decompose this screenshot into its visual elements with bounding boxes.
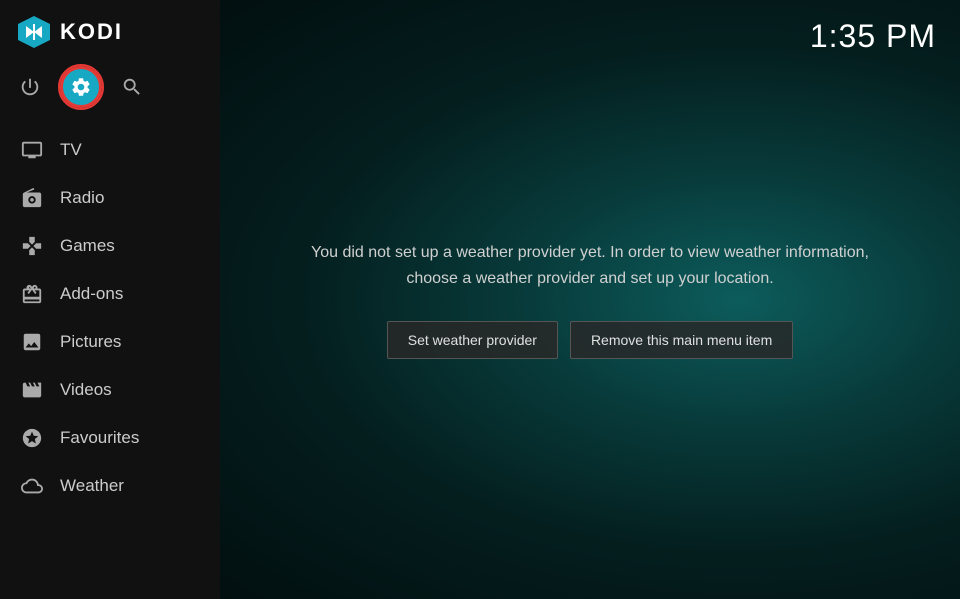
sidebar-item-favourites-label: Favourites xyxy=(60,428,139,448)
kodi-logo-icon xyxy=(16,14,52,50)
sidebar-item-radio[interactable]: Radio xyxy=(0,174,220,222)
sidebar-header: KODI xyxy=(0,0,220,60)
settings-button[interactable] xyxy=(60,66,102,108)
sidebar-item-weather-label: Weather xyxy=(60,476,124,496)
kodi-logo-text: KODI xyxy=(60,19,123,45)
search-button[interactable] xyxy=(118,73,146,101)
power-button[interactable] xyxy=(16,73,44,101)
pictures-icon xyxy=(20,330,44,354)
weather-icon xyxy=(20,474,44,498)
sidebar-item-videos[interactable]: Videos xyxy=(0,366,220,414)
sidebar-item-pictures-label: Pictures xyxy=(60,332,121,352)
sidebar-item-favourites[interactable]: Favourites xyxy=(0,414,220,462)
sidebar-item-games-label: Games xyxy=(60,236,115,256)
power-icon xyxy=(19,76,41,98)
videos-icon xyxy=(20,378,44,402)
addons-icon xyxy=(20,282,44,306)
search-icon xyxy=(121,76,143,98)
sidebar-item-addons[interactable]: Add-ons xyxy=(0,270,220,318)
remove-menu-item-button[interactable]: Remove this main menu item xyxy=(570,321,793,359)
sidebar-controls xyxy=(0,60,220,118)
sidebar: KODI TV xyxy=(0,0,220,599)
set-weather-provider-button[interactable]: Set weather provider xyxy=(387,321,558,359)
kodi-logo: KODI xyxy=(16,14,123,50)
time-display: 1:35 PM xyxy=(810,18,936,55)
sidebar-item-tv-label: TV xyxy=(60,140,82,160)
sidebar-item-tv[interactable]: TV xyxy=(0,126,220,174)
sidebar-item-addons-label: Add-ons xyxy=(60,284,123,304)
radio-icon xyxy=(20,186,44,210)
nav-menu: TV Radio Games Add-ons P xyxy=(0,126,220,510)
action-buttons: Set weather provider Remove this main me… xyxy=(387,321,793,359)
sidebar-item-games[interactable]: Games xyxy=(0,222,220,270)
tv-icon xyxy=(20,138,44,162)
sidebar-item-videos-label: Videos xyxy=(60,380,112,400)
gear-icon xyxy=(70,76,92,98)
sidebar-item-radio-label: Radio xyxy=(60,188,104,208)
weather-message: You did not set up a weather provider ye… xyxy=(300,240,880,291)
main-content: 1:35 PM You did not set up a weather pro… xyxy=(220,0,960,599)
sidebar-item-weather[interactable]: Weather xyxy=(0,462,220,510)
favourites-icon xyxy=(20,426,44,450)
sidebar-item-pictures[interactable]: Pictures xyxy=(0,318,220,366)
games-icon xyxy=(20,234,44,258)
